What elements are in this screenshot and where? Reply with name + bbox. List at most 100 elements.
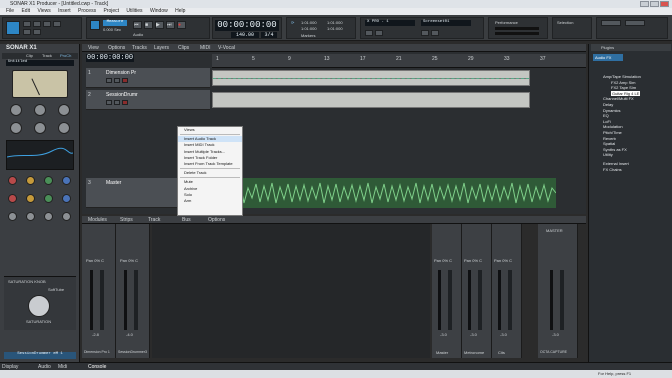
play-button[interactable]: ▶ [155,21,164,29]
eq-knob-6[interactable] [26,194,35,203]
console-menu-track[interactable]: Track [148,217,160,223]
stop-button[interactable]: ■ [144,21,153,29]
extra-button-1[interactable] [601,20,621,26]
record-button[interactable]: ● [177,21,186,29]
edit-tool-icon[interactable] [43,21,51,27]
menu-file[interactable]: File [6,8,14,14]
strip-name[interactable]: OCTA CAPTURE [540,350,567,354]
ctx-insert-from-template[interactable]: Insert From Track Template [178,161,242,167]
console-menu-strips[interactable]: Strips [120,217,133,223]
tv-menu-midi[interactable]: MIDI [200,45,211,51]
arm-button[interactable] [122,78,128,83]
record-mode[interactable]: Audio [133,32,143,37]
strip-pan[interactable]: Pan 0% C [120,258,138,263]
strip-fader[interactable] [478,270,482,330]
tab-plugins[interactable]: Plugins [601,45,614,50]
timeline-ruler[interactable]: 1 5 9 13 17 21 25 29 33 37 [212,54,586,68]
minimize-button[interactable] [640,1,649,7]
track-header-2[interactable]: 2 SessionDrumr [86,90,210,110]
audio-waveform[interactable] [211,178,557,208]
screenset-icon-2[interactable] [431,30,439,36]
loop-icon[interactable]: ⟳ [291,20,294,25]
menu-help[interactable]: Help [175,8,185,14]
tree-item[interactable]: FX Chains [593,167,671,173]
midi-clip-2[interactable] [212,92,530,108]
strip-name[interactable]: Dimension Pro 1 [84,350,114,354]
meter[interactable]: 3/4 [261,32,277,38]
zoom-tool-icon[interactable] [33,29,41,35]
ctx-views[interactable]: Views [178,127,242,133]
audio-fx-button[interactable]: Audio FX [593,54,623,61]
track-header-1[interactable]: 1 Dimension Pr [86,68,210,88]
eq-knob-3[interactable] [44,176,53,185]
time-format[interactable]: Measure [103,20,127,26]
tree-item[interactable]: Guitar Rig 4 LE [611,90,641,96]
mute-button[interactable] [106,100,112,105]
eq-knob-5[interactable] [8,194,17,203]
tv-menu-clips[interactable]: Clips [178,45,189,51]
screenset-select[interactable]: Screenset01 [421,20,471,26]
mute-button[interactable] [106,78,112,83]
loop-start[interactable]: 1:01:000 [301,20,317,25]
tv-menu-options[interactable]: Options [108,45,125,51]
tab-prochannel[interactable]: ProCh [60,53,71,58]
eq-graph[interactable] [6,140,74,170]
strip-name[interactable]: Metronome [464,350,484,355]
strip-pan[interactable]: Pan 0% C [434,258,452,263]
extra-button-2[interactable] [625,20,645,26]
snap-icon[interactable] [90,20,100,30]
ratio-knob[interactable] [34,104,46,116]
track-name[interactable]: Master [106,180,121,186]
punch-start[interactable]: 1:01:000 [327,20,343,25]
strip-pan[interactable]: Pan 0% C [464,258,482,263]
smart-tool-icon[interactable] [6,21,20,35]
ctx-arm[interactable]: Arm [178,198,242,204]
track-name[interactable]: Dimension Pr [106,70,136,76]
menu-insert[interactable]: Insert [58,8,71,14]
eq-knob-9[interactable] [8,212,17,221]
console-menu-options[interactable]: Options [208,217,225,223]
strip-fader[interactable] [560,270,564,330]
arm-button[interactable] [122,100,128,105]
tv-menu-layers[interactable]: Layers [154,45,169,51]
release-knob[interactable] [10,122,22,134]
track-name[interactable]: SessionDrumr [106,92,138,98]
loop-end[interactable]: 1:01:000 [301,26,317,31]
strip-pan[interactable]: Pan 0% C [494,258,512,263]
eq-knob-4[interactable] [62,176,71,185]
move-tool-icon[interactable] [33,21,41,27]
mix-icon-1[interactable] [365,30,373,36]
preset-field[interactable]: Untitled [6,60,74,66]
ffwd-button[interactable]: ⏭ [166,21,175,29]
gain-knob[interactable] [34,122,46,134]
now-time[interactable]: 00:00:00:00 [215,20,279,31]
threshold-knob[interactable] [10,104,22,116]
tree-item[interactable]: Utility [593,152,671,158]
eq-knob-1[interactable] [8,176,17,185]
tv-menu-view[interactable]: View [88,45,99,51]
menu-project[interactable]: Project [103,8,119,14]
ctx-delete-track[interactable]: Delete Track [178,170,242,176]
console-menu-modules[interactable]: Modules [88,217,107,223]
preset-select[interactable]: X PRO - 1 [365,20,415,26]
close-button[interactable] [660,1,669,7]
menu-utilities[interactable]: Utilities [126,8,142,14]
strip-fader[interactable] [134,270,138,330]
strip-name[interactable]: Master [436,350,448,355]
menu-views[interactable]: Views [37,8,50,14]
trackview-now-time[interactable]: 00:00:00:00 [86,54,134,62]
mix-icon-2[interactable] [375,30,383,36]
strip-name[interactable]: SessionDrummer3 [118,350,148,354]
tv-menu-vvocal[interactable]: V-Vocal [218,45,235,51]
attack-knob[interactable] [58,104,70,116]
strip-name[interactable]: Cits [498,350,505,355]
tv-menu-tracks[interactable]: Tracks [132,45,147,51]
rewind-button[interactable]: ⏮ [133,21,142,29]
eq-knob-8[interactable] [62,194,71,203]
strip-pan[interactable]: Pan 0% C [86,258,104,263]
solo-button[interactable] [114,78,120,83]
erase-tool-icon[interactable] [23,29,31,35]
eq-knob-2[interactable] [26,176,35,185]
screenset-icon-1[interactable] [421,30,429,36]
console-menu-bus[interactable]: Bus [182,217,191,223]
